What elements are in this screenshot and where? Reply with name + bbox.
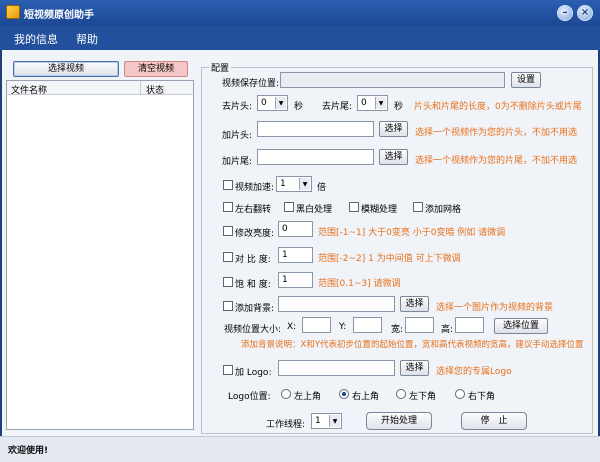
brightness-checkbox[interactable] <box>223 226 233 236</box>
add-tail-hint: 选择一个视频作为您的片尾，不加不用选 <box>415 156 578 166</box>
logo-pos-bottom-right-label: 右下角 <box>468 392 496 402</box>
stop-button[interactable]: 停 止 <box>461 412 527 430</box>
flip-label: 左右翻转 <box>235 205 272 215</box>
background-label: 添加背景: <box>235 304 275 314</box>
contrast-field[interactable]: 1 <box>278 247 313 263</box>
speed-label: 视频加速: <box>235 183 275 193</box>
trim-tail-unit: 秒 <box>394 102 404 112</box>
status-bar <box>0 436 600 462</box>
flip-checkbox[interactable] <box>223 202 233 212</box>
status-text: 欢迎使用! <box>8 446 49 456</box>
trim-tail-label: 去片尾: <box>322 102 353 112</box>
chevron-down-icon: ▼ <box>299 178 310 190</box>
add-tail-select-button[interactable]: 选择 <box>379 149 408 165</box>
trim-tail-select[interactable]: 0 ▼ <box>357 95 388 111</box>
close-icon[interactable]: × <box>577 5 593 21</box>
logo-position-label: Logo位置: <box>228 392 271 402</box>
add-head-select-button[interactable]: 选择 <box>379 121 408 137</box>
chevron-down-icon: ▼ <box>329 415 340 427</box>
minimize-icon[interactable]: – <box>557 5 573 21</box>
brightness-label: 修改亮度: <box>235 229 275 239</box>
background-checkbox[interactable] <box>223 301 233 311</box>
saturation-label: 饱 和 度: <box>235 280 271 290</box>
grid-checkbox[interactable] <box>413 202 423 212</box>
background-select-button[interactable]: 选择 <box>400 296 429 312</box>
position-x-field[interactable] <box>302 317 331 333</box>
grayscale-label: 黑白处理 <box>296 205 333 215</box>
column-status[interactable]: 状态 <box>146 83 164 96</box>
choose-position-button[interactable]: 选择位置 <box>494 318 548 334</box>
logo-hint: 选择您的专属Logo <box>436 367 512 377</box>
speed-checkbox[interactable] <box>223 180 233 190</box>
speed-unit: 倍 <box>317 183 327 193</box>
config-legend: 配置 <box>209 61 232 74</box>
contrast-checkbox[interactable] <box>223 252 233 262</box>
clear-video-button[interactable]: 清空视频 <box>124 61 188 77</box>
background-hint: 选择一个图片作为视频的背景 <box>436 303 554 313</box>
position-y-field[interactable] <box>353 317 382 333</box>
column-filename[interactable]: 文件名称 <box>11 83 47 96</box>
background-field[interactable] <box>278 296 395 312</box>
grayscale-checkbox[interactable] <box>284 202 294 212</box>
blur-checkbox[interactable] <box>349 202 359 212</box>
menu-my-info[interactable]: 我的信息 <box>14 31 58 47</box>
chevron-down-icon: ▼ <box>275 97 286 109</box>
position-h-label: 高: <box>441 325 454 335</box>
position-x-label: X: <box>287 322 297 332</box>
menu-help[interactable]: 帮助 <box>76 31 98 47</box>
add-head-field[interactable] <box>257 121 374 137</box>
brightness-hint: 范围[-1~1] 大于0变亮 小于0变暗 例如 请微调 <box>318 228 506 238</box>
save-path-label: 视频保存位置: <box>222 79 280 89</box>
start-button[interactable]: 开始处理 <box>366 412 432 430</box>
threads-select[interactable]: 1 ▼ <box>311 413 342 429</box>
logo-field[interactable] <box>278 360 395 376</box>
logo-pos-top-right-label: 右上角 <box>352 392 380 402</box>
logo-label: 加 Logo: <box>235 368 272 378</box>
logo-pos-bottom-left-radio[interactable] <box>396 389 406 399</box>
video-list[interactable] <box>6 80 194 430</box>
add-head-label: 加片头: <box>222 131 253 141</box>
chevron-down-icon: ▼ <box>375 97 386 109</box>
position-h-field[interactable] <box>455 317 484 333</box>
logo-checkbox[interactable] <box>223 365 233 375</box>
speed-select[interactable]: 1 ▼ <box>276 176 312 192</box>
trim-head-select[interactable]: 0 ▼ <box>257 95 288 111</box>
blur-label: 模糊处理 <box>361 205 398 215</box>
threads-label: 工作线程: <box>266 420 306 430</box>
logo-pos-bottom-left-label: 左下角 <box>409 392 437 402</box>
saturation-checkbox[interactable] <box>223 277 233 287</box>
position-y-label: Y: <box>339 322 347 332</box>
trim-hint: 片头和片尾的长度，0为不删除片头或片尾 <box>414 102 582 112</box>
add-head-hint: 选择一个视频作为您的片头，不加不用选 <box>415 128 578 138</box>
logo-pos-bottom-right-radio[interactable] <box>455 389 465 399</box>
column-divider <box>140 81 141 95</box>
logo-pos-top-left-label: 左上角 <box>294 392 322 402</box>
contrast-hint: 范围[-2~2] 1 为中间值 可上下微调 <box>318 254 461 264</box>
add-tail-field[interactable] <box>257 149 374 165</box>
set-save-path-button[interactable]: 设置 <box>511 72 541 88</box>
logo-select-button[interactable]: 选择 <box>400 360 429 376</box>
position-w-field[interactable] <box>405 317 434 333</box>
position-label: 视频位置大小: <box>224 325 282 335</box>
window-title: 短视频原创助手 <box>24 10 94 21</box>
trim-head-label: 去片头: <box>222 102 253 112</box>
logo-pos-top-left-radio[interactable] <box>281 389 291 399</box>
logo-pos-top-right-radio[interactable] <box>339 389 349 399</box>
saturation-field[interactable]: 1 <box>278 272 313 288</box>
save-path-field[interactable] <box>280 72 505 88</box>
brightness-field[interactable]: 0 <box>278 221 313 237</box>
trim-head-unit: 秒 <box>294 102 304 112</box>
select-video-button[interactable]: 选择视频 <box>13 61 119 77</box>
grid-label: 添加网格 <box>425 205 462 215</box>
contrast-label: 对 比 度: <box>235 255 271 265</box>
app-icon <box>6 5 20 19</box>
saturation-hint: 范围[0.1~3] 请微调 <box>318 279 401 289</box>
add-tail-label: 加片尾: <box>222 157 253 167</box>
position-w-label: 宽: <box>391 325 404 335</box>
background-note: 添加背景说明：X和Y代表初步位置的起始位置，宽和高代表视频的宽高，建议手动选择位… <box>241 340 584 350</box>
